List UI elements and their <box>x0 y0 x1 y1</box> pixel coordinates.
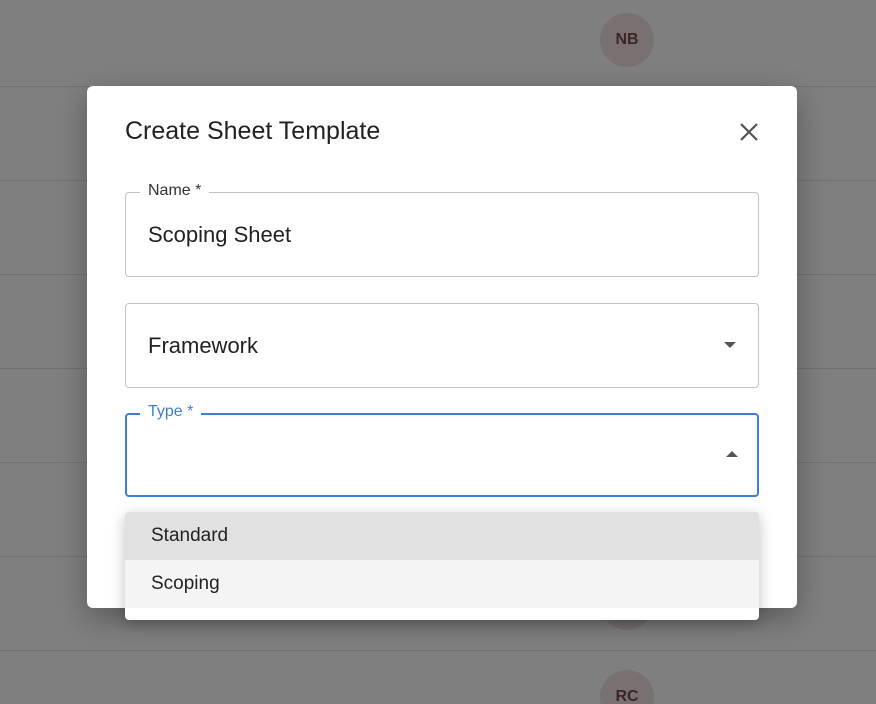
menu-item-standard[interactable]: Standard <box>125 512 759 560</box>
type-field-label: Type * <box>140 403 202 421</box>
page: NB RC Create Sheet Template Name * Scopi… <box>0 0 876 704</box>
name-field[interactable]: Name * Scoping Sheet <box>125 182 759 277</box>
menu-item-scoping[interactable]: Scoping <box>125 560 759 608</box>
close-icon <box>740 123 758 141</box>
name-field-label: Name * <box>140 182 210 200</box>
framework-select-value: Framework <box>148 333 259 358</box>
framework-select[interactable]: Framework <box>125 303 759 388</box>
type-dropdown-menu: Standard Scoping <box>125 512 759 620</box>
type-select[interactable]: Type * <box>125 403 759 497</box>
name-input[interactable]: Scoping Sheet <box>148 222 291 248</box>
dialog-title: Create Sheet Template <box>125 117 381 145</box>
close-button[interactable] <box>735 118 763 146</box>
chevron-up-icon <box>726 451 738 457</box>
chevron-down-icon <box>724 342 736 348</box>
